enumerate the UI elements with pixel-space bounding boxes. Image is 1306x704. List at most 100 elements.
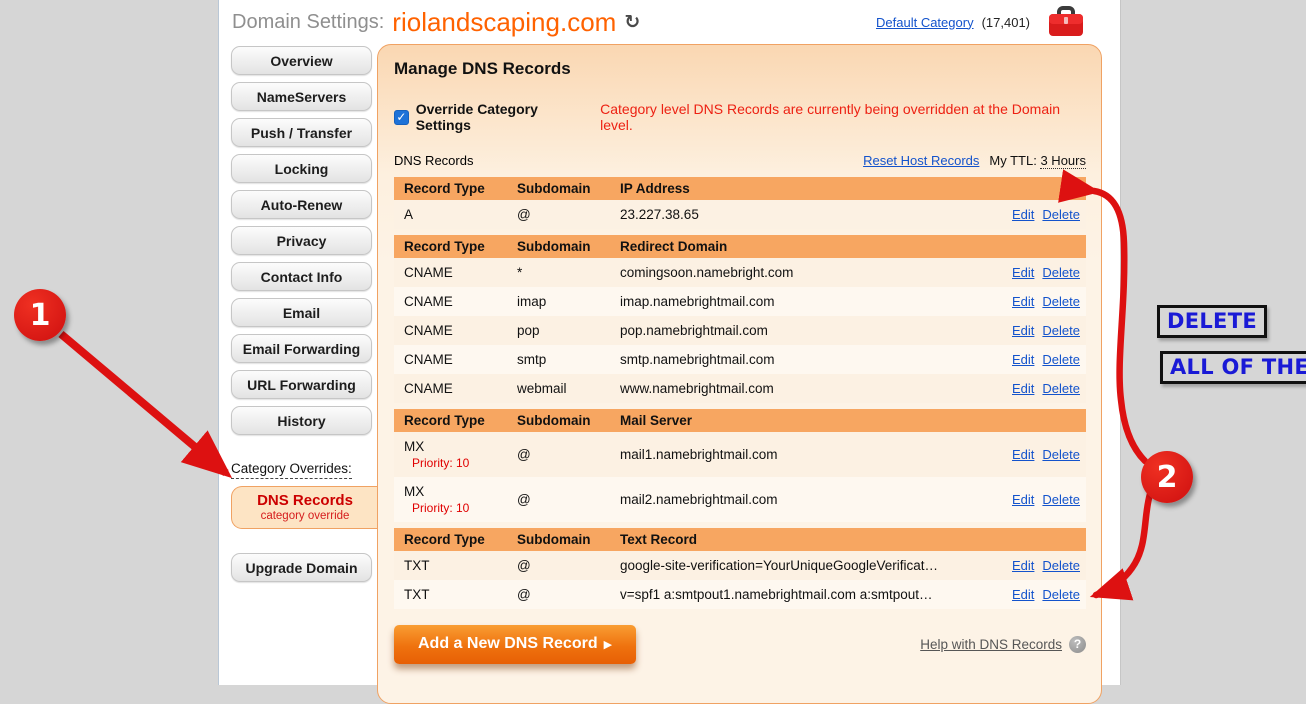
edit-link[interactable]: Edit — [1012, 381, 1034, 396]
edit-link[interactable]: Edit — [1012, 352, 1034, 367]
subdomain-cell: smtp — [517, 352, 620, 367]
edit-link[interactable]: Edit — [1012, 587, 1034, 602]
help-dns-records-link[interactable]: Help with DNS Records — [920, 637, 1062, 652]
row-actions: Edit Delete — [984, 323, 1080, 338]
table-row: CNAME*comingsoon.namebright.com Edit Delet… — [394, 258, 1086, 287]
sidebar-overrides: Category Overrides: DNS Records category… — [231, 446, 391, 589]
sidebar-item-nameservers[interactable]: NameServers — [231, 82, 372, 111]
ttl-label: My TTL: — [989, 153, 1036, 168]
column-header: Mail Server — [620, 413, 1080, 428]
record-value-cell: pop.namebrightmail.com — [620, 323, 984, 338]
table-row: CNAMEwebmailwww.namebrightmail.comEditDe… — [394, 374, 1086, 403]
override-warning-text: Category level DNS Records are currently… — [600, 101, 1086, 133]
default-category-link[interactable]: Default Category — [876, 15, 974, 30]
table-section-header: Record TypeSubdomainIP Address — [394, 177, 1086, 200]
subdomain-cell: @ — [517, 447, 620, 462]
record-value-cell: smtp.namebrightmail.com — [620, 352, 984, 367]
row-actions: Edit Delete — [984, 492, 1080, 507]
ttl-value[interactable]: 3 Hours — [1040, 153, 1086, 169]
record-type-cell: MXPriority: 10 — [404, 484, 517, 515]
row-actions: Edit Delete — [984, 558, 1080, 573]
delete-link[interactable]: Delete — [1042, 323, 1080, 338]
row-actions: Edit Delete — [984, 381, 1080, 396]
record-value-cell: google-site-verification=YourUniqueGoogl… — [620, 558, 984, 573]
edit-link[interactable]: Edit — [1012, 207, 1034, 222]
row-actions: Edit Delete — [984, 447, 1080, 462]
column-header: Record Type — [404, 181, 517, 196]
delete-link[interactable]: Delete — [1042, 492, 1080, 507]
sidebar-item-url-forwarding[interactable]: URL Forwarding — [231, 370, 372, 399]
delete-link[interactable]: Delete — [1042, 207, 1080, 222]
table-section-header: Record TypeSubdomainRedirect Domain — [394, 235, 1086, 258]
dns-records-table: Record TypeSubdomainIP Address A @23.227.3… — [394, 177, 1086, 609]
delete-link[interactable]: Delete — [1042, 265, 1080, 280]
table-row: TXT@google-site-verification=YourUniqueG… — [394, 551, 1086, 580]
default-category-count: (17,401) — [982, 15, 1030, 30]
record-value-cell: 23.227.38.65 — [620, 207, 984, 222]
record-type-cell: A — [404, 207, 517, 222]
add-dns-record-button[interactable]: Add a New DNS Record▶ — [394, 625, 636, 664]
sidebar-item-upgrade-domain[interactable]: Upgrade Domain — [231, 553, 372, 582]
record-value-cell: mail2.namebrightmail.com — [620, 492, 984, 507]
all-of-these-annotation-box: ALL OF THESE — [1160, 351, 1306, 384]
record-value-cell: v=spf1 a:smtpout1.namebrightmail.com a:s… — [620, 587, 984, 602]
column-header: Record Type — [404, 413, 517, 428]
reset-host-records-link[interactable]: Reset Host Records — [863, 153, 979, 168]
toolbox-icon[interactable] — [1048, 6, 1084, 38]
sidebar-item-auto-renew[interactable]: Auto-Renew — [231, 190, 372, 219]
edit-link[interactable]: Edit — [1012, 323, 1034, 338]
records-bar: DNS Records Reset Host Records My TTL: 3… — [394, 153, 1086, 171]
override-checkbox[interactable]: ✓ — [394, 110, 409, 125]
sidebar-item-privacy[interactable]: Privacy — [231, 226, 372, 255]
header-right: Default Category (17,401) — [876, 0, 1084, 44]
record-type-cell: MXPriority: 10 — [404, 439, 517, 470]
sidebar-item-push-transfer[interactable]: Push / Transfer — [231, 118, 372, 147]
delete-link[interactable]: Delete — [1042, 294, 1080, 309]
delete-link[interactable]: Delete — [1042, 587, 1080, 602]
record-value-cell: www.namebrightmail.com — [620, 381, 984, 396]
edit-link[interactable]: Edit — [1012, 265, 1034, 280]
manage-dns-panel: Manage DNS Records ✓ Override Category S… — [377, 44, 1102, 704]
refresh-icon[interactable]: ↻ — [624, 11, 640, 33]
delete-link[interactable]: Delete — [1042, 352, 1080, 367]
delete-link[interactable]: Delete — [1042, 447, 1080, 462]
table-row: CNAMEsmtpsmtp.namebrightmail.comEditDele… — [394, 345, 1086, 374]
page-title-label: Domain Settings: — [232, 11, 384, 34]
record-value-cell: imap.namebrightmail.com — [620, 294, 984, 309]
column-header: Subdomain — [517, 532, 620, 547]
edit-link[interactable]: Edit — [1012, 294, 1034, 309]
column-header: Text Record — [620, 532, 1080, 547]
row-actions: Edit Delete — [984, 352, 1080, 367]
row-actions: Edit Delete — [984, 587, 1080, 602]
page-header: Domain Settings: riolandscaping.com ↻ De… — [219, 0, 1120, 44]
dns-records-sublabel: category override — [232, 510, 378, 522]
sidebar-item-overview[interactable]: Overview — [231, 46, 372, 75]
sidebar-item-contact-info[interactable]: Contact Info — [231, 262, 372, 291]
record-value-cell: comingsoon.namebright.com — [620, 265, 984, 280]
sidebar-item-dns-records[interactable]: DNS Records category override — [231, 486, 378, 529]
delete-link[interactable]: Delete — [1042, 558, 1080, 573]
sidebar-item-history[interactable]: History — [231, 406, 372, 435]
record-type-cell: CNAME — [404, 265, 517, 280]
subdomain-cell: @ — [517, 587, 620, 602]
record-type-cell: CNAME — [404, 323, 517, 338]
step2-badge: 2 — [1141, 451, 1193, 503]
sidebar-nav: Overview NameServers Push / Transfer Lockin… — [231, 46, 372, 442]
column-header: Redirect Domain — [620, 239, 1080, 254]
category-overrides-label: Category Overrides: — [231, 461, 352, 479]
sidebar-item-email-forwarding[interactable]: Email Forwarding — [231, 334, 372, 363]
record-value-cell: mail1.namebrightmail.com — [620, 447, 984, 462]
table-section-header: Record TypeSubdomainMail Server — [394, 409, 1086, 432]
help-question-icon[interactable]: ? — [1069, 636, 1086, 653]
subdomain-cell: * — [517, 265, 620, 280]
panel-title: Manage DNS Records — [394, 59, 1086, 79]
row-actions: Edit Delete — [984, 207, 1080, 222]
edit-link[interactable]: Edit — [1012, 492, 1034, 507]
delete-link[interactable]: Delete — [1042, 381, 1080, 396]
sidebar-item-locking[interactable]: Locking — [231, 154, 372, 183]
edit-link[interactable]: Edit — [1012, 558, 1034, 573]
column-header: Subdomain — [517, 181, 620, 196]
sidebar-item-email[interactable]: Email — [231, 298, 372, 327]
subdomain-cell: imap — [517, 294, 620, 309]
edit-link[interactable]: Edit — [1012, 447, 1034, 462]
